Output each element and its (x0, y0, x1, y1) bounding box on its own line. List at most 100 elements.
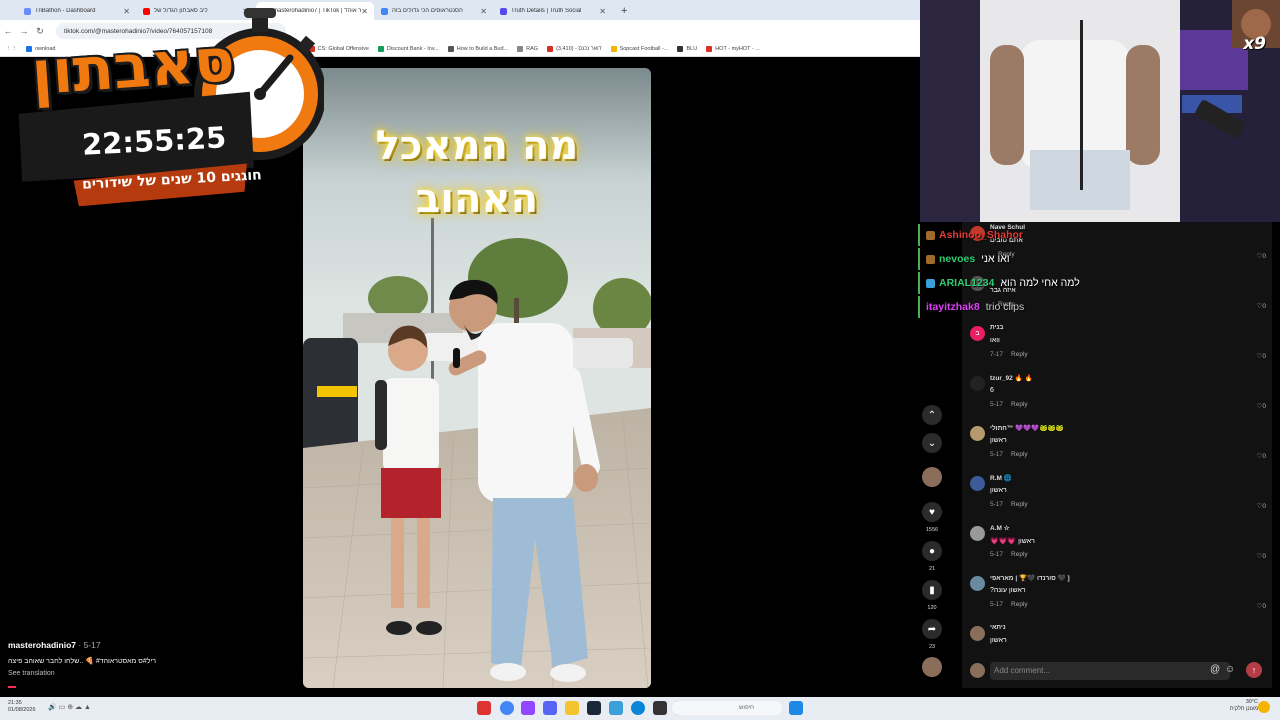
discord-icon[interactable] (543, 701, 557, 715)
emoji-icon[interactable]: ☺ (1225, 664, 1235, 675)
bookmark-item[interactable]: HOT - myHOT - ... (706, 46, 760, 52)
bookmark-label: How to Build a Bud... (456, 46, 509, 52)
edge-icon[interactable] (631, 701, 645, 715)
comment-like[interactable]: ♡0 (1257, 602, 1266, 610)
taskbar-search[interactable]: חיפוש (672, 701, 782, 715)
comment-like[interactable]: ♡0 (1257, 352, 1266, 360)
gmail-icon (547, 46, 554, 52)
like-button[interactable]: ♥ (922, 502, 942, 522)
close-tab-icon[interactable]: ✕ (361, 7, 368, 16)
close-tab-icon[interactable]: ✕ (599, 7, 606, 16)
avatar[interactable] (970, 376, 985, 391)
file-explorer-icon[interactable] (565, 701, 579, 715)
bookmark-item[interactable]: Sopcast Football -... (610, 46, 669, 52)
video-author[interactable]: masterohadinio7 · 5-17 (8, 640, 101, 650)
comment-item: tzur_92 🔥 🔥 6 5-17 Reply ♡0 (970, 374, 1270, 422)
comment-date: 5-17 (990, 601, 1004, 608)
comment-meta: 5-17 Reply (990, 551, 1028, 558)
comment-author[interactable]: tzur_92 🔥 🔥 (990, 374, 1033, 382)
comment-text: ראשון (990, 637, 1007, 644)
truth-favicon-icon (500, 7, 507, 15)
comment-button[interactable]: ● (922, 541, 942, 561)
bookmark-label: Sopcast Football -... (619, 46, 669, 52)
reply-button[interactable]: Reply (1011, 451, 1028, 458)
reply-button[interactable]: Reply (1011, 501, 1028, 508)
previous-video-button[interactable]: ⌃ (922, 405, 942, 425)
app-icon[interactable] (477, 701, 491, 715)
comment-like[interactable]: ♡0 (1257, 402, 1266, 410)
bookmark-item[interactable]: How to Build a Bud... (447, 46, 509, 52)
avatar[interactable]: ב (970, 326, 985, 341)
taskbar-clock[interactable]: 21:35 01/08/2026 (8, 700, 36, 714)
comment-meta: 7-17 Reply (990, 351, 1028, 358)
sound-avatar[interactable] (922, 657, 942, 677)
bookmark-label: CS: Global Offensive (317, 46, 369, 52)
clock-date: 01/08/2026 (8, 707, 36, 713)
video-player[interactable]: מה המאכל האהוב (303, 68, 651, 688)
webcam-frame (920, 0, 1280, 222)
browser-tab[interactable]: Truth Details | Truth Social ✕ (494, 2, 612, 20)
avatar[interactable] (970, 426, 985, 441)
comment-date: 5-17 (990, 401, 1004, 408)
comment-author[interactable]: בנית (990, 324, 1003, 331)
start-icon[interactable] (789, 701, 803, 715)
comment-input[interactable]: Add comment... (990, 662, 1230, 680)
new-tab-button[interactable]: + (621, 2, 627, 20)
like-count: 0 (1262, 503, 1266, 510)
steam-icon[interactable] (587, 701, 601, 715)
comment-author[interactable]: סורנדו 🖤🏆 | מאראפי 🖤 ] (990, 574, 1070, 582)
mention-icon[interactable]: @ (1210, 664, 1220, 675)
comment-count: 21 (928, 566, 936, 572)
bookmark-icon (447, 46, 454, 52)
comment-author[interactable]: ניתאי (990, 624, 1006, 631)
chrome-icon[interactable] (500, 701, 514, 715)
comment-like[interactable]: ♡0 (1257, 252, 1266, 260)
chat-message: itayitzhak8 trio clips (918, 296, 1098, 318)
weather-widget[interactable]: 30°C מעונן חלקית (1230, 699, 1258, 713)
close-tab-icon[interactable]: ✕ (480, 7, 487, 16)
comment-like[interactable]: ♡0 (1257, 302, 1266, 310)
like-count: 1556 (925, 527, 939, 533)
bookmark-item[interactable]: (3,410) - דואר נכנס (547, 46, 602, 52)
streamer-webcam: x9 (920, 0, 1280, 222)
chat-badge-icon (926, 230, 935, 240)
comment-like[interactable]: ♡0 (1257, 452, 1266, 460)
bookmark-button[interactable]: ▮ (922, 580, 942, 600)
google-favicon-icon (381, 7, 388, 15)
bookmark-label: RAG (526, 46, 539, 52)
comment-author[interactable]: R.M 🌐 (990, 474, 1012, 482)
author-avatar[interactable] (922, 467, 942, 487)
bookmark-item[interactable]: BLU (677, 46, 697, 52)
comment-author[interactable]: A.M ☆ (990, 524, 1010, 532)
chat-text: trio clips (985, 301, 1025, 313)
reply-button[interactable]: Reply (1011, 351, 1028, 358)
bookmark-item[interactable]: RAG (517, 46, 538, 52)
browser-tab[interactable]: הסנטראוסים הכי גדולים בזה ✕ (375, 2, 493, 20)
bookmark-item[interactable]: Discount Bank - Inv... (377, 46, 439, 52)
reply-button[interactable]: Reply (1011, 601, 1028, 608)
avatar[interactable] (970, 576, 985, 591)
comment-like[interactable]: ♡0 (1257, 552, 1266, 560)
reply-button[interactable]: Reply (1011, 551, 1028, 558)
app-icon[interactable] (609, 701, 623, 715)
comment-like[interactable]: ♡0 (1257, 502, 1266, 510)
comment-date: 5-17 (990, 451, 1004, 458)
post-comment-button[interactable]: ↑ (1246, 662, 1262, 678)
comment-date: 7-17 (990, 351, 1004, 358)
next-video-button[interactable]: ⌄ (922, 433, 942, 453)
share-button[interactable]: ➦ (922, 619, 942, 639)
system-tray-icon[interactable]: 🔊 ▭ ⊕ ☁ ▲ (48, 703, 91, 711)
avatar[interactable] (970, 626, 985, 641)
sub-multiplier: x9 (1243, 34, 1266, 54)
reply-button[interactable]: Reply (1011, 401, 1028, 408)
like-count: 0 (1262, 403, 1266, 410)
twitch-icon[interactable] (521, 701, 535, 715)
see-translation-link[interactable]: See translation (8, 670, 55, 677)
video-title-line: האהוב (415, 176, 539, 222)
avatar[interactable] (970, 476, 985, 491)
avatar[interactable] (970, 526, 985, 541)
video-progress-bar[interactable] (8, 686, 16, 688)
comment-author[interactable]: חתולי™ 💜💜💜🐸🐸🐸 (990, 424, 1064, 432)
obs-icon[interactable] (653, 701, 667, 715)
comment-meta: 5-17 Reply (990, 501, 1028, 508)
